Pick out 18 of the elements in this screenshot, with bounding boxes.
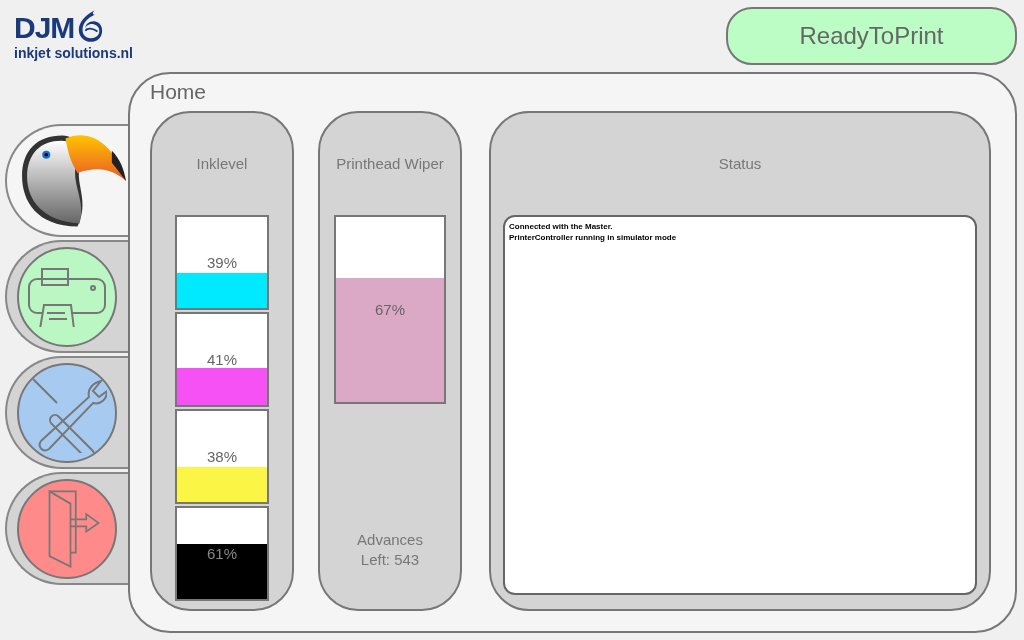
ink-percentage: 41% [207,351,237,368]
drop-logo-icon [76,9,105,43]
advances-left-text: Advances Left: 543 [356,530,424,570]
ink-percentage: 61% [207,545,237,562]
printer-icon [27,266,107,327]
logo-brand: DJM [14,13,75,43]
card-title: Inklevel [196,155,248,174]
card-title: Printhead Wiper [336,155,444,174]
log-line: Connected with the Master. [509,221,614,232]
page-title: Home [150,80,208,104]
nav-tab[interactable] [5,124,128,237]
ink-percentage: 38% [207,448,237,465]
card-title: Status [718,155,762,174]
log-line: PrinterController running in simulator mode [509,232,678,243]
machine-state-badge: ReadyToPrint [726,7,1017,65]
logo-tagline: inkjet solutions.nl [14,45,133,61]
ink-percentage: 39% [207,254,237,271]
wiper-percentage: 67% [375,301,405,318]
